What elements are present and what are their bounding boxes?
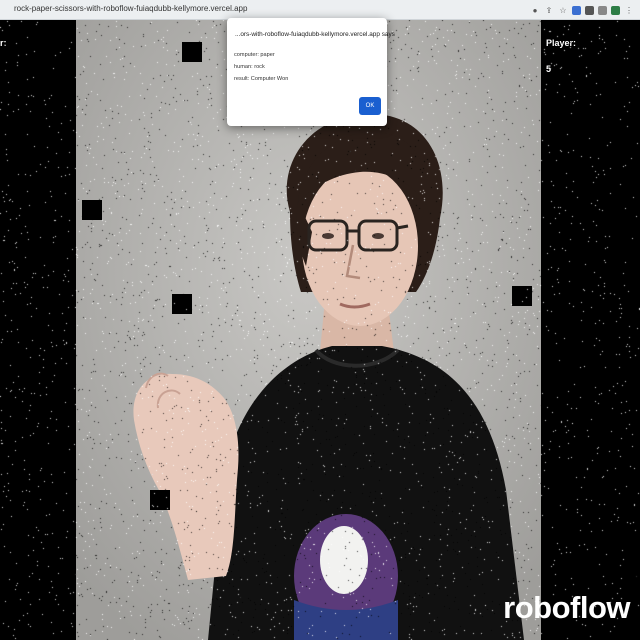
extension-icon[interactable]	[611, 5, 620, 15]
player-score-value: 5	[546, 64, 552, 74]
menu-icon[interactable]: ⋮	[624, 5, 634, 15]
extension-icon[interactable]	[585, 5, 594, 15]
noise-block	[182, 42, 202, 62]
noise-block	[150, 490, 170, 510]
noise-block	[512, 286, 532, 306]
browser-toolbar: rock-paper-scissors-with-roboflow-fuiaqd…	[0, 0, 640, 20]
dialog-result: result: Computer Won	[234, 76, 289, 82]
share-icon[interactable]: ⇪	[544, 5, 554, 15]
ok-button[interactable]: OK	[359, 97, 381, 115]
roboflow-logo: roboflow	[503, 590, 630, 625]
dialog-human-move: human: rock	[234, 64, 265, 70]
computer-panel: r:	[0, 20, 76, 640]
noise-block	[172, 294, 192, 314]
bookmark-star-icon[interactable]: ☆	[558, 5, 568, 15]
browser-actions: ● ⇪ ☆ ⋮	[530, 3, 634, 17]
computer-score-label: r:	[0, 38, 7, 48]
alert-dialog: ...ors-with-roboflow-fuiaqdubb-kellymore…	[227, 18, 395, 126]
noise-block	[82, 200, 102, 220]
player-score-label: Player:	[546, 38, 577, 48]
profile-icon[interactable]: ●	[530, 5, 540, 15]
dialog-title: ...ors-with-roboflow-fuiaqdubb-kellymore…	[235, 31, 395, 38]
player-panel: Player: 5	[541, 20, 640, 640]
extension-icon[interactable]	[598, 5, 607, 15]
dialog-computer-move: computer: paper	[234, 52, 275, 58]
extension-icon[interactable]	[572, 5, 581, 15]
address-bar[interactable]: rock-paper-scissors-with-roboflow-fuiaqd…	[14, 4, 247, 13]
